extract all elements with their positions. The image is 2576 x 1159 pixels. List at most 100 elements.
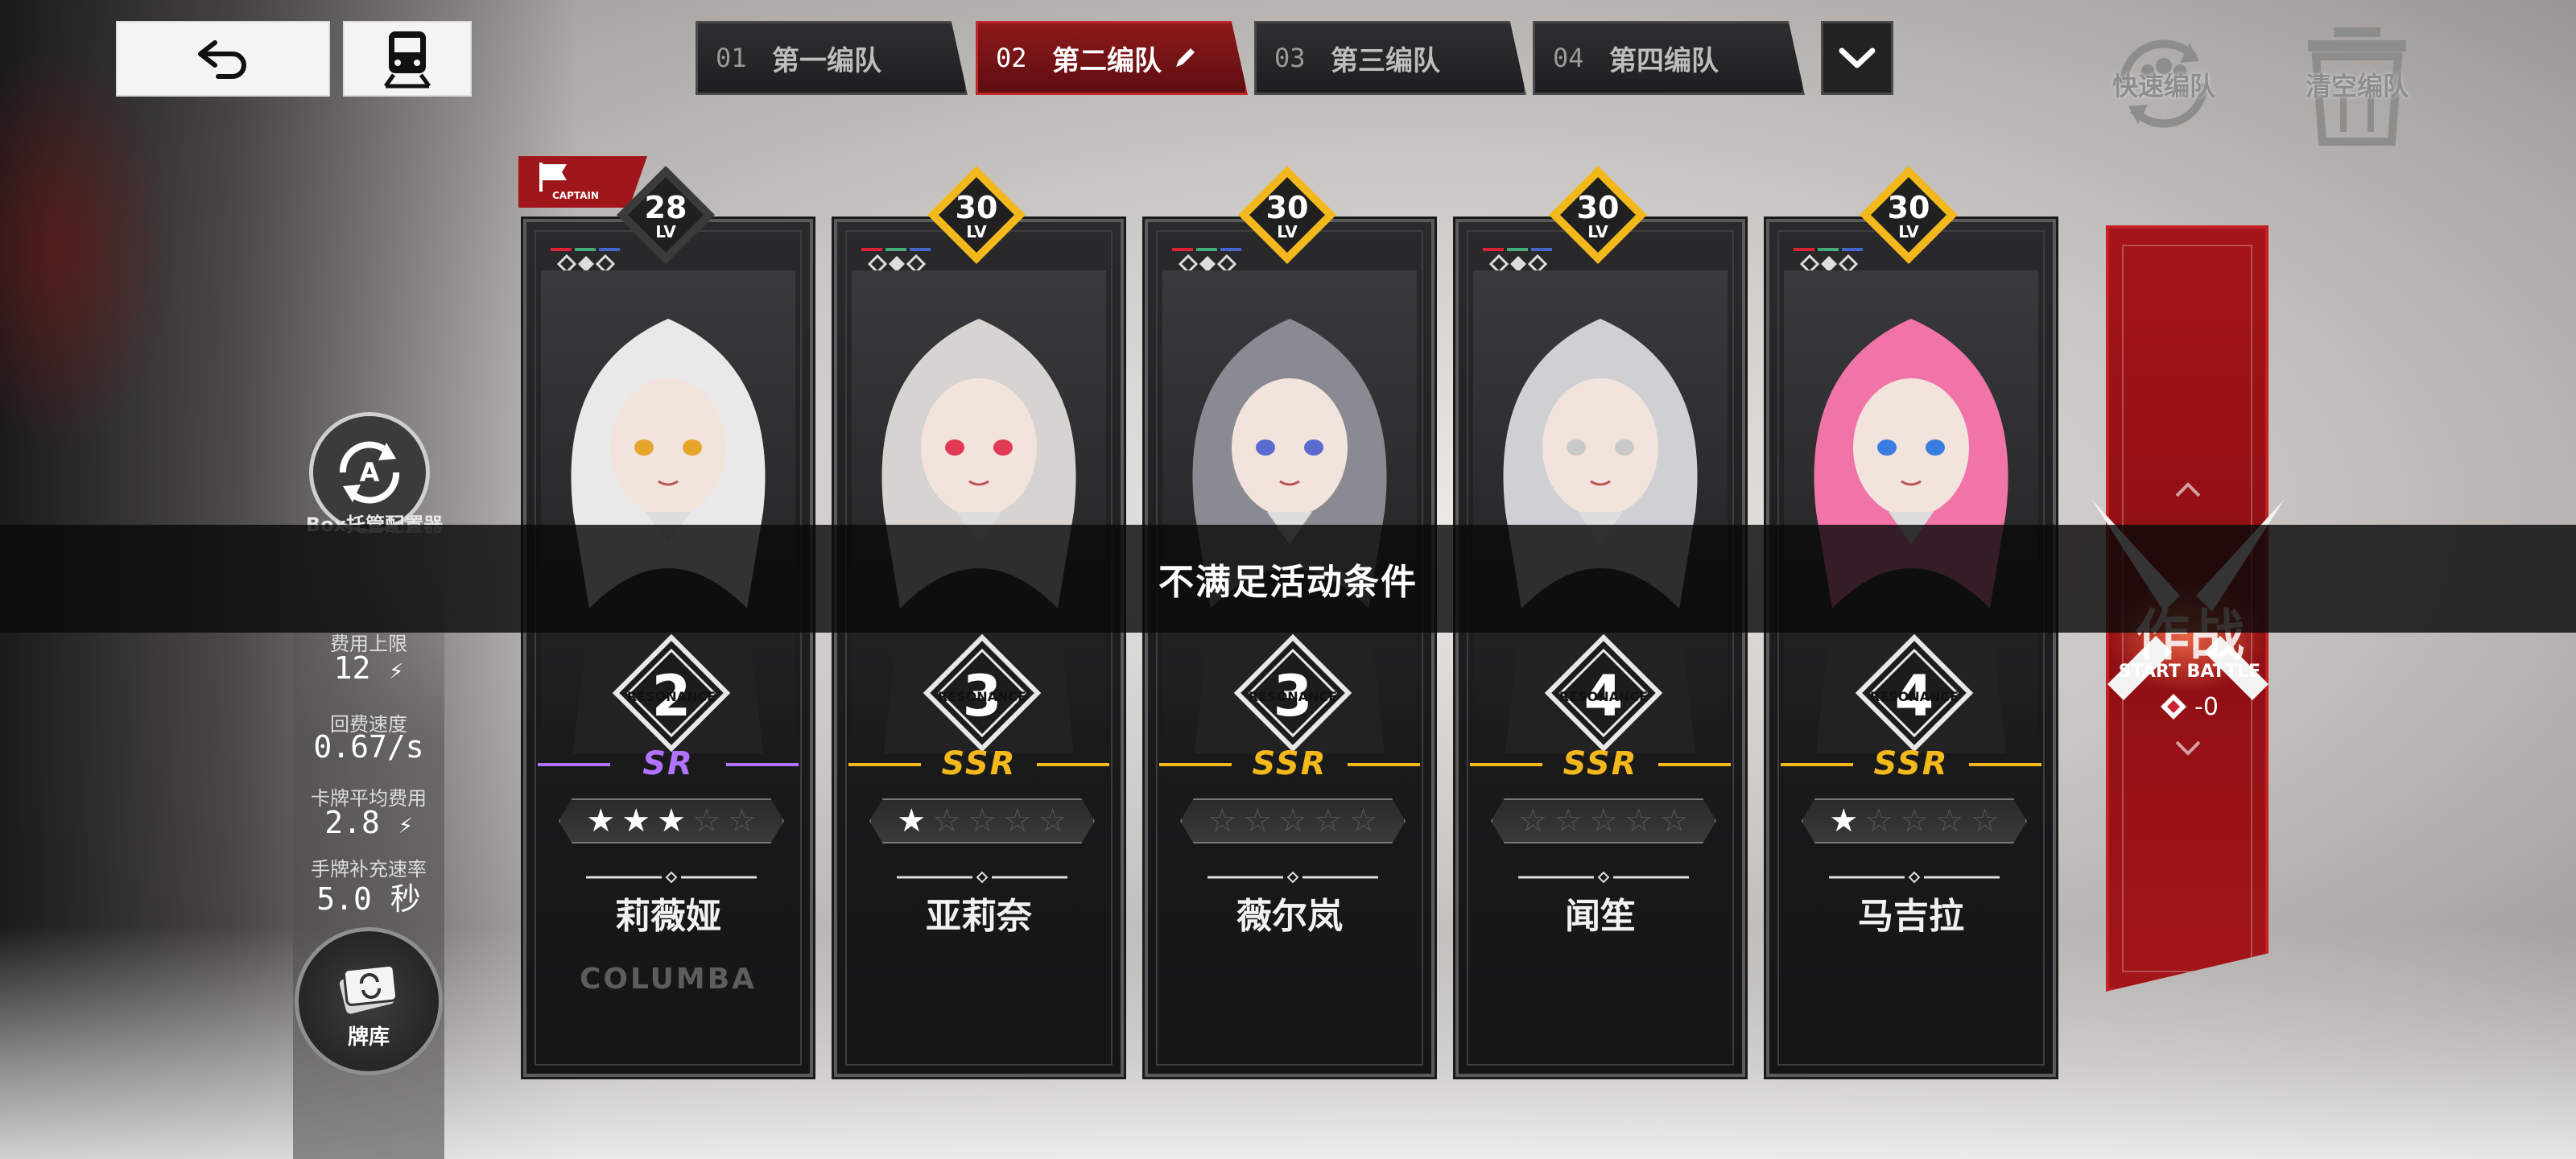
name-divider [586, 871, 757, 884]
clear-team-button[interactable]: 清空编队 [2277, 19, 2438, 148]
train-button[interactable] [343, 21, 472, 97]
back-button[interactable] [116, 21, 330, 97]
deck-button[interactable]: 牌库 [295, 927, 443, 1075]
star-icon: ☆ [1900, 802, 1929, 839]
star-icon: ☆ [1278, 802, 1307, 839]
tab-label: 第三编队 [1331, 44, 1440, 77]
name-divider [1518, 871, 1689, 884]
lightning-icon: ⚡ [389, 657, 404, 685]
resonance-label: RESONANCE [937, 689, 1027, 704]
level-label: LV [966, 222, 987, 241]
star-icon: ☆ [1243, 802, 1273, 839]
star-icon: ☆ [1208, 802, 1237, 839]
deck-label: 牌库 [347, 1025, 390, 1050]
team-card[interactable]: 4 RESONANCE SSR ☆ ☆ ☆ ☆ ☆ 闻笙 [1453, 217, 1748, 1079]
star-icon: ☆ [1970, 802, 2000, 839]
tab-number: 01 [716, 43, 747, 73]
captain-label: CAPTAIN [552, 190, 599, 201]
star-rating: ★ ☆ ☆ ☆ ☆ [1802, 798, 2027, 843]
toast-message: 不满足活动条件 [0, 525, 2576, 633]
name-divider [897, 871, 1067, 884]
tab-number: 03 [1274, 43, 1306, 73]
star-icon: ☆ [1554, 802, 1583, 839]
level-number: 30 [1576, 190, 1620, 225]
star-icon: ☆ [1002, 802, 1032, 839]
auto-cycle-icon: A [339, 441, 400, 504]
team-card[interactable]: 3 RESONANCE SSR ☆ ☆ ☆ ☆ ☆ 薇尔岚 [1142, 217, 1437, 1079]
level-number: 30 [1887, 190, 1930, 225]
level-badge: 30 LV [1856, 163, 1961, 267]
level-number: 28 [644, 190, 687, 225]
refill-rate-value: 5.0 秒 [316, 881, 421, 917]
star-icon: ☆ [1589, 802, 1618, 839]
name-divider [1829, 871, 2000, 884]
lightning-icon: ⚡ [398, 811, 413, 839]
level-label: LV [655, 222, 676, 241]
train-icon [383, 31, 431, 89]
tab-team-2[interactable]: 02 第二编队 [976, 21, 1248, 95]
character-name: 亚莉奈 [926, 896, 1032, 937]
tab-team-3[interactable]: 03 第三编队 [1254, 21, 1526, 95]
tab-team-1[interactable]: 01 第一编队 [696, 21, 968, 95]
quick-team-label: 快速编队 [2112, 71, 2215, 101]
cost-gem-icon [2161, 694, 2186, 720]
star-icon: ☆ [1934, 802, 1964, 839]
star-icon: ☆ [1864, 802, 1894, 839]
character-name: 马吉拉 [1858, 896, 1964, 937]
team-card[interactable]: 3 RESONANCE SSR ★ ☆ ☆ ☆ ☆ 亚莉奈 [832, 217, 1126, 1079]
level-label: LV [1277, 222, 1298, 241]
chevron-down-icon [2175, 740, 2201, 756]
character-name: 闻笙 [1565, 896, 1636, 937]
star-icon: ☆ [1518, 802, 1548, 839]
star-icon: ★ [1829, 802, 1859, 839]
tab-label: 第四编队 [1609, 44, 1719, 77]
rarity-label: SSR [1563, 745, 1638, 782]
more-tabs-button[interactable] [1821, 21, 1893, 95]
level-badge: 30 LV [1546, 163, 1650, 267]
star-rating: ★ ☆ ☆ ☆ ☆ [869, 798, 1095, 843]
tab-number: 04 [1553, 43, 1584, 73]
team-card[interactable]: 4 RESONANCE SSR ★ ☆ ☆ ☆ ☆ 马吉拉 [1764, 217, 2058, 1079]
star-icon: ☆ [1038, 802, 1067, 839]
clear-team-label: 清空编队 [2305, 71, 2409, 101]
faction-emblem: COLUMBA [579, 963, 758, 996]
start-battle-subtitle: START BATTLE [2118, 662, 2261, 682]
star-icon: ☆ [691, 802, 721, 839]
level-badge: 28 LV [613, 163, 718, 267]
star-icon: ☆ [1624, 802, 1653, 839]
star-icon: ☆ [932, 802, 962, 839]
star-rating: ★ ★ ★ ☆ ☆ [559, 798, 784, 843]
background-red-glow [0, 48, 177, 451]
quick-team-button[interactable]: 快速编队 [2083, 19, 2244, 148]
resonance-label: RESONANCE [626, 689, 716, 704]
name-divider [1208, 871, 1378, 884]
svg-text:A: A [360, 457, 380, 488]
deck-cards-icon [339, 963, 398, 1014]
level-number: 30 [955, 190, 998, 225]
avg-cost-number: 2.8 [324, 805, 380, 840]
star-icon: ☆ [1348, 802, 1378, 839]
character-name: 薇尔岚 [1236, 896, 1343, 937]
star-icon: ★ [657, 802, 686, 839]
rarity-label: SR [642, 745, 694, 782]
edit-pencil-icon[interactable] [1171, 44, 1199, 72]
battle-cost: -0 [2159, 691, 2256, 723]
star-icon: ☆ [968, 802, 997, 839]
rarity-label: SSR [1873, 745, 1949, 782]
team-card[interactable]: 2 RESONANCE SR ★ ★ ★ ☆ ☆ 莉薇娅 COLUMBA [521, 217, 815, 1079]
tab-label: 第二编队 [1052, 44, 1162, 77]
back-arrow-icon [198, 40, 246, 79]
tab-label: 第一编队 [772, 44, 881, 77]
star-rating: ☆ ☆ ☆ ☆ ☆ [1180, 798, 1406, 843]
star-icon: ☆ [727, 802, 757, 839]
tab-team-4[interactable]: 04 第四编队 [1533, 21, 1805, 95]
rarity-label: SSR [1252, 745, 1327, 782]
level-badge: 30 LV [1235, 163, 1340, 267]
star-icon: ★ [897, 802, 927, 839]
level-label: LV [1898, 222, 1919, 241]
resonance-label: RESONANCE [1248, 689, 1338, 704]
level-number: 30 [1265, 190, 1309, 225]
cost-cap-value: 12 ⚡ [293, 650, 444, 686]
cost-cap-number: 12 [333, 650, 371, 686]
resonance-label: RESONANCE [1558, 689, 1649, 704]
